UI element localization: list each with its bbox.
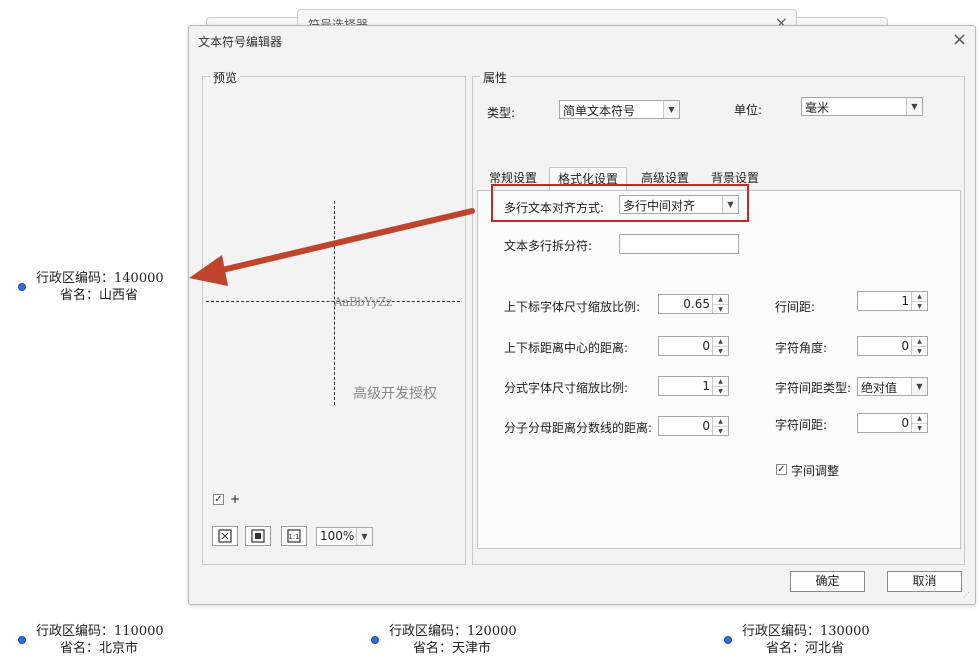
annotation-arrow-head (189, 255, 228, 286)
annotation-arrow (189, 208, 475, 286)
annotation-arrow-line (215, 208, 475, 274)
